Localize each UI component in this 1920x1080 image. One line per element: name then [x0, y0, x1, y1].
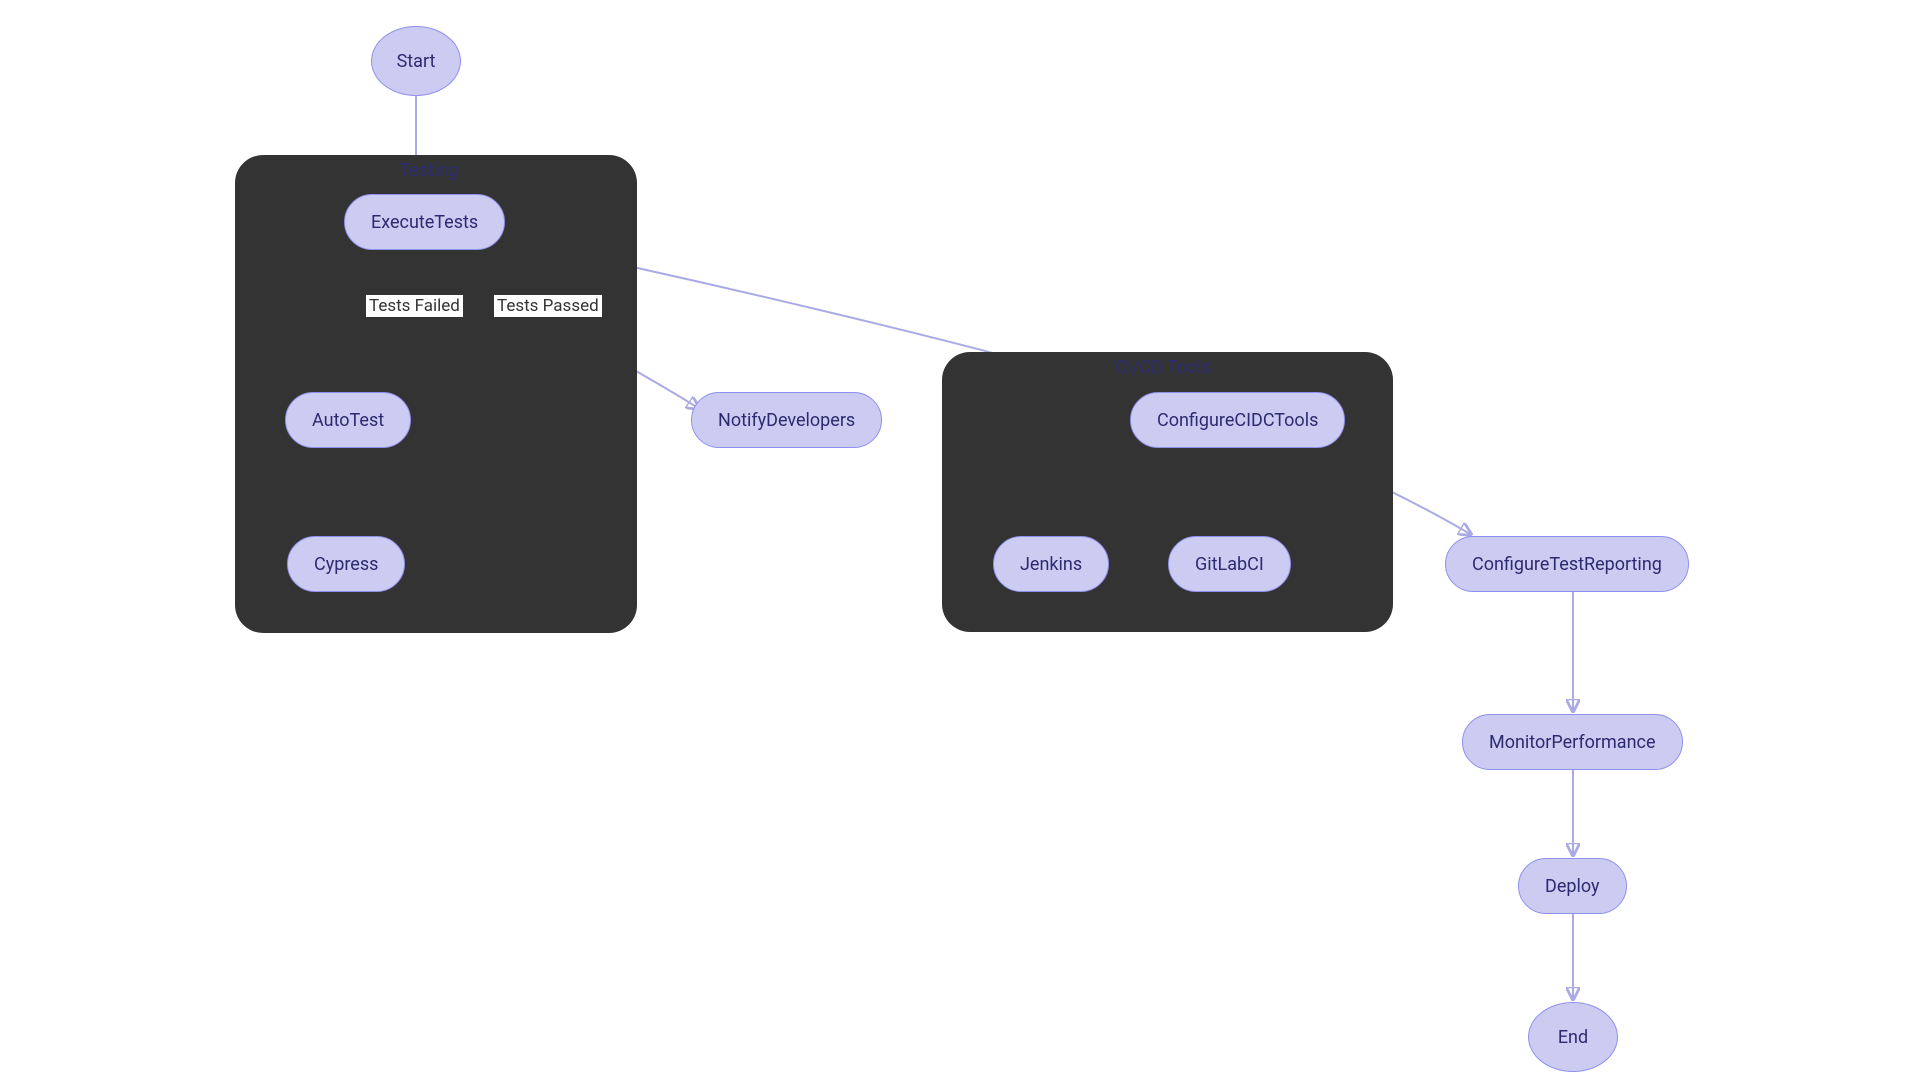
node-cypress-label: Cypress	[314, 554, 378, 575]
node-configure-test-reporting[interactable]: ConfigureTestReporting	[1445, 536, 1689, 592]
edge-label-tests-failed: Tests Failed	[366, 295, 463, 317]
node-cypress[interactable]: Cypress	[287, 536, 405, 592]
node-configure-cicd-tools[interactable]: ConfigureCIDCTools	[1130, 392, 1345, 448]
node-notify-developers[interactable]: NotifyDevelopers	[691, 392, 882, 448]
node-monitor-performance-label: MonitorPerformance	[1489, 732, 1656, 753]
node-gitlab-ci[interactable]: GitLabCI	[1168, 536, 1291, 592]
node-auto-test-label: AutoTest	[312, 410, 384, 431]
node-jenkins[interactable]: Jenkins	[993, 536, 1109, 592]
node-deploy[interactable]: Deploy	[1518, 858, 1627, 914]
node-start-label: Start	[397, 51, 436, 72]
node-configure-test-reporting-label: ConfigureTestReporting	[1472, 554, 1662, 575]
node-deploy-label: Deploy	[1545, 876, 1600, 897]
edge-label-tests-passed: Tests Passed	[494, 295, 602, 317]
node-start[interactable]: Start	[371, 26, 461, 96]
node-end[interactable]: End	[1528, 1002, 1618, 1072]
node-jenkins-label: Jenkins	[1020, 554, 1082, 575]
node-end-label: End	[1558, 1027, 1588, 1048]
node-execute-tests[interactable]: ExecuteTests	[344, 194, 505, 250]
node-configure-cicd-tools-label: ConfigureCIDCTools	[1157, 410, 1318, 431]
group-cicd-label: CI/CD Tools	[1115, 357, 1211, 378]
node-monitor-performance[interactable]: MonitorPerformance	[1462, 714, 1683, 770]
node-execute-tests-label: ExecuteTests	[371, 212, 478, 233]
group-testing-label: Testing	[399, 160, 458, 181]
flowchart-canvas: Testing CI/CD Tools Start ExecuteTests A…	[0, 0, 1920, 1080]
node-notify-developers-label: NotifyDevelopers	[718, 410, 855, 431]
node-gitlab-ci-label: GitLabCI	[1195, 554, 1264, 575]
node-auto-test[interactable]: AutoTest	[285, 392, 411, 448]
